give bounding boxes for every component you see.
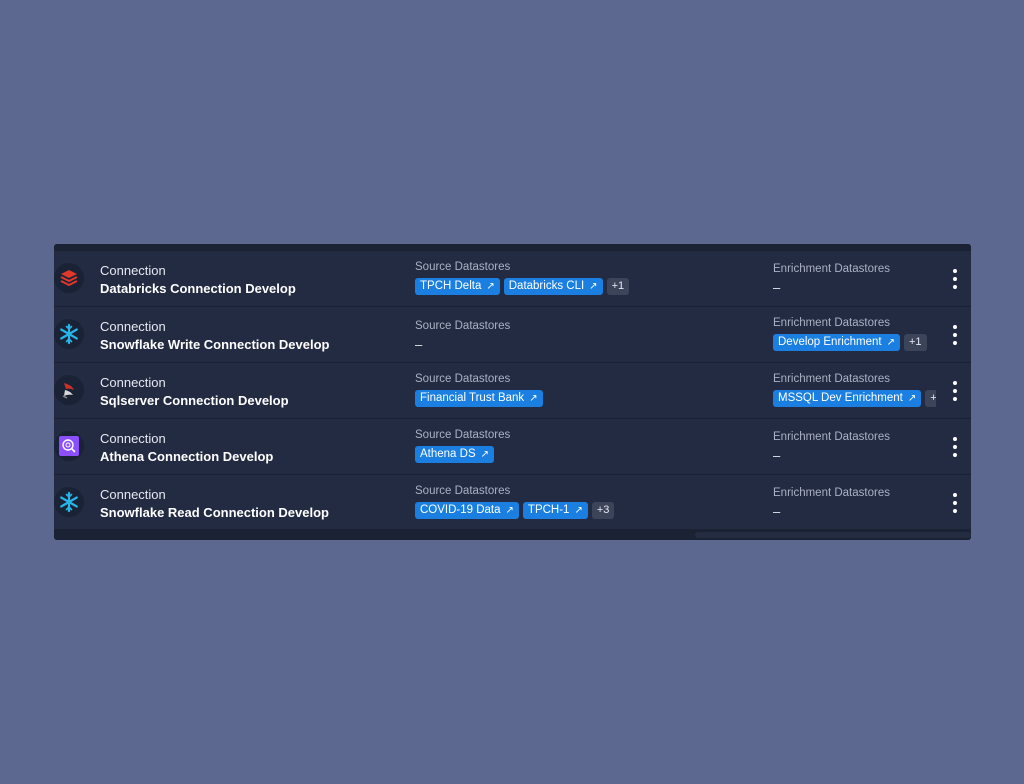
more-sources-badge[interactable]: +3: [591, 502, 615, 519]
scrollbar-thumb[interactable]: [695, 532, 971, 538]
horizontal-scrollbar[interactable]: [54, 529, 971, 540]
source-datastores-label: Source Datastores: [415, 261, 511, 273]
enrichment-datastore-chip[interactable]: Develop Enrichment ↗: [773, 334, 900, 351]
connection-type: Connection: [100, 375, 166, 390]
source-datastore-chip[interactable]: TPCH Delta ↗: [415, 278, 500, 295]
sqlserver-icon: [54, 375, 84, 405]
external-link-icon: ↗: [886, 337, 895, 348]
connections-panel: Connection Databricks Connection Develop…: [54, 244, 971, 540]
connection-row[interactable]: Connection Athena Connection Develop Sou…: [54, 419, 971, 475]
external-link-icon: ↗: [907, 393, 917, 404]
connection-row[interactable]: Connection Snowflake Write Connection De…: [54, 307, 971, 363]
enrichment-empty: –: [773, 448, 781, 463]
source-datastore-chip[interactable]: TPCH-1 ↗: [522, 502, 588, 519]
source-datastore-chip[interactable]: Financial Trust Bank ↗: [415, 390, 543, 407]
connection-name: Snowflake Read Connection Develop: [100, 505, 329, 520]
snowflake-icon: [54, 487, 84, 517]
connection-name: Sqlserver Connection Develop: [100, 393, 289, 408]
enrichment-datastore-chip[interactable]: MSSQL Dev Enrichment ↗: [773, 390, 922, 407]
external-link-icon: ↗: [574, 505, 583, 516]
enrichment-empty: –: [773, 504, 781, 519]
connection-name: Databricks Connection Develop: [100, 281, 296, 296]
connection-type: Connection: [100, 487, 166, 502]
enrichment-datastores-label: Enrichment Datastores: [773, 431, 890, 443]
source-datastore-chip[interactable]: Athena DS ↗: [415, 446, 495, 463]
row-menu-button[interactable]: [950, 269, 960, 289]
snowflake-icon: [54, 319, 84, 349]
source-datastore-chip[interactable]: Databricks CLI ↗: [503, 278, 603, 295]
athena-icon: [54, 431, 84, 461]
databricks-icon: [54, 263, 84, 293]
external-link-icon: ↗: [505, 505, 514, 516]
enrichment-datastores-label: Enrichment Datastores: [773, 487, 890, 499]
enrichment-datastores-label: Enrichment Datastores: [773, 317, 890, 329]
more-sources-badge[interactable]: +1: [606, 278, 630, 295]
enrichment-datastores-label: Enrichment Datastores: [773, 373, 890, 385]
source-datastores-label: Source Datastores: [415, 429, 511, 441]
external-link-icon: ↗: [589, 281, 598, 292]
row-menu-button[interactable]: [950, 493, 960, 513]
source-datastores-label: Source Datastores: [415, 320, 511, 332]
enrichment-datastores-label: Enrichment Datastores: [773, 263, 890, 275]
connection-type: Connection: [100, 263, 166, 278]
panel-header-strip: [54, 244, 971, 251]
source-datastores-label: Source Datastores: [415, 485, 511, 497]
enrichment-empty: –: [773, 280, 781, 295]
external-link-icon: ↗: [480, 449, 490, 460]
source-datastores-label: Source Datastores: [415, 373, 511, 385]
connection-row[interactable]: Connection Databricks Connection Develop…: [54, 251, 971, 307]
connection-name: Snowflake Write Connection Develop: [100, 337, 330, 352]
more-enrichments-badge[interactable]: +1: [903, 334, 927, 351]
external-link-icon: ↗: [486, 281, 495, 292]
connection-type: Connection: [100, 431, 166, 446]
more-enrichments-badge[interactable]: +: [925, 390, 936, 407]
source-empty: –: [415, 337, 423, 352]
connection-name: Athena Connection Develop: [100, 449, 274, 464]
connection-row[interactable]: Connection Sqlserver Connection Develop …: [54, 363, 971, 419]
source-datastore-chip[interactable]: COVID-19 Data ↗: [415, 502, 519, 519]
row-menu-button[interactable]: [950, 381, 960, 401]
row-menu-button[interactable]: [950, 437, 960, 457]
connection-type: Connection: [100, 319, 166, 334]
external-link-icon: ↗: [529, 393, 538, 404]
connection-row[interactable]: Connection Snowflake Read Connection Dev…: [54, 475, 971, 531]
row-menu-button[interactable]: [950, 325, 960, 345]
